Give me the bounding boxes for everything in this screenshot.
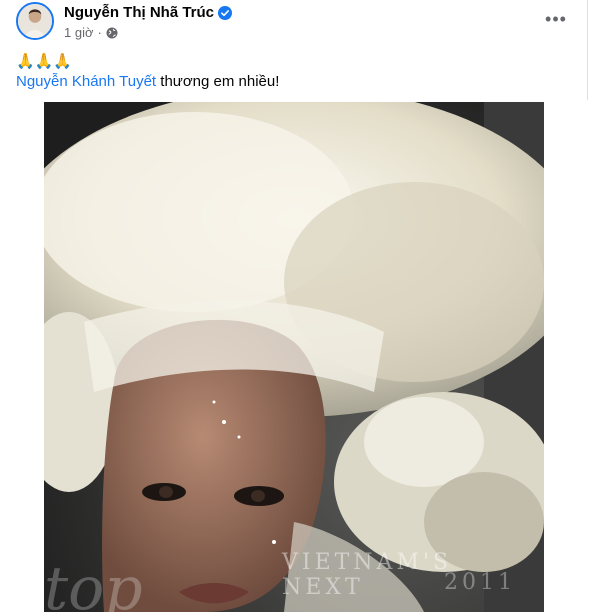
mention-link[interactable]: Nguyễn Khánh Tuyết [16, 73, 156, 90]
meta-separator: · [97, 25, 102, 40]
verified-badge-icon [218, 5, 233, 20]
author-avatar[interactable] [16, 2, 54, 40]
globe-icon[interactable] [106, 27, 118, 39]
photo-watermark-year: 2011 [444, 570, 516, 595]
post-caption: 🙏🙏🙏 Nguyễn Khánh Tuyết thương em nhiều! [16, 52, 279, 92]
photo-watermark-big: top [44, 554, 143, 612]
feed-post: Nguyễn Thị Nhã Trúc 1 giờ · ••• 🙏🙏🙏 Nguy… [0, 0, 588, 612]
author-name[interactable]: Nguyễn Thị Nhã Trúc [64, 4, 214, 21]
post-photo[interactable]: top VIETNAM'S NEXT 2011 [44, 102, 544, 612]
more-options-button[interactable]: ••• [542, 8, 570, 30]
more-options-icon: ••• [545, 8, 567, 29]
post-timestamp[interactable]: 1 giờ [64, 25, 94, 40]
portrait-image [44, 102, 544, 612]
post-header: Nguyễn Thị Nhã Trúc 1 giờ · ••• [16, 2, 576, 44]
avatar-image [18, 4, 52, 38]
caption-emoji: 🙏🙏🙏 [16, 53, 73, 70]
caption-text: thương em nhiều! [156, 73, 280, 90]
post-media: top VIETNAM'S NEXT 2011 [0, 100, 588, 612]
